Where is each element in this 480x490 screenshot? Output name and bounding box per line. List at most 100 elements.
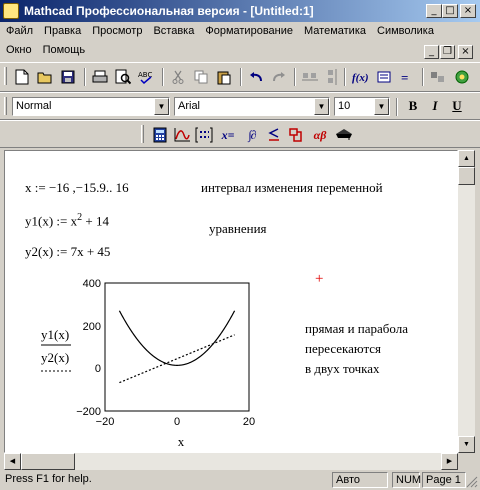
y-tick-label: 0	[95, 363, 101, 375]
evaluation-toolbar-icon[interactable]: x=	[218, 125, 238, 145]
range-comment[interactable]: интервал изменения переменной	[201, 180, 383, 196]
graph-toolbar-icon[interactable]	[172, 125, 192, 145]
copy-icon[interactable]	[191, 67, 211, 87]
matrix-toolbar-icon[interactable]	[194, 125, 214, 145]
doc-minimize-icon[interactable]: _	[424, 45, 439, 59]
y1-definition[interactable]: y1(x) := x2 + 14	[25, 212, 109, 229]
undo-icon[interactable]	[246, 67, 266, 87]
boolean-toolbar-icon[interactable]	[264, 125, 284, 145]
equations-label[interactable]: уравнения	[209, 221, 267, 237]
print-preview-icon[interactable]	[113, 67, 133, 87]
font-value: Arial	[178, 100, 201, 112]
paste-icon[interactable]	[214, 67, 234, 87]
align-down-icon[interactable]	[322, 67, 342, 87]
resource-center-icon[interactable]	[452, 67, 472, 87]
doc-restore-icon[interactable]: ❐	[440, 45, 455, 59]
range-definition[interactable]: x := −16 ,−15.9.. 16	[25, 180, 129, 196]
worksheet[interactable]: x := −16 ,−15.9.. 16 интервал изменения …	[4, 150, 458, 453]
close-icon[interactable]: ×	[460, 4, 476, 18]
programming-toolbar-icon[interactable]	[286, 125, 306, 145]
y1-lhs: y1(x) := x	[25, 213, 78, 229]
menu-edit[interactable]: Правка	[38, 22, 86, 41]
toolbar-grip	[4, 97, 7, 115]
menu-view[interactable]: Просмотр	[86, 22, 147, 41]
title-bar: Mathcad Профессиональная версия - [Untit…	[0, 0, 480, 22]
calculate-icon[interactable]: =	[396, 67, 416, 87]
chevron-down-icon[interactable]: ▼	[374, 98, 389, 115]
align-across-icon[interactable]	[300, 67, 320, 87]
menu-insert[interactable]: Вставка	[147, 22, 199, 41]
svg-text:f(x): f(x)	[352, 72, 369, 84]
menu-file[interactable]: Файл	[0, 22, 38, 41]
vertical-scrollbar[interactable]: ▲ ▼	[458, 150, 475, 453]
menu-symbolics[interactable]: Символика	[371, 22, 439, 41]
open-icon[interactable]	[35, 67, 55, 87]
mathcad-app-icon[interactable]	[3, 3, 19, 19]
series-y1-curve	[118, 310, 236, 366]
symbolic-toolbar-icon[interactable]	[334, 125, 354, 145]
x-tick-label: 0	[174, 416, 180, 428]
scroll-up-icon[interactable]: ▲	[458, 150, 475, 167]
status-bar: Press F1 for help. Авто NUM Page 1	[0, 471, 480, 490]
status-page: Page 1	[422, 472, 466, 488]
underline-button[interactable]: U	[446, 96, 468, 116]
insert-unit-icon[interactable]	[374, 67, 394, 87]
note-line-2[interactable]: пересекаются	[305, 341, 381, 357]
bold-button[interactable]: B	[402, 96, 424, 116]
redo-icon[interactable]	[269, 67, 289, 87]
print-icon[interactable]	[90, 67, 110, 87]
spell-check-icon[interactable]: ABC	[136, 67, 156, 87]
window-title: Mathcad Профессиональная версия - [Untit…	[24, 4, 314, 18]
x-tick-label: 20	[243, 416, 255, 428]
insert-function-icon[interactable]: f(x)	[350, 67, 370, 87]
series-y2-line	[119, 334, 235, 384]
y-tick-label: 400	[83, 278, 101, 290]
x-tick-label: −20	[96, 416, 115, 428]
status-help-text: Press F1 for help.	[5, 473, 92, 485]
minimize-icon[interactable]: _	[426, 4, 442, 18]
formatting-toolbar: Normal ▼ Arial ▼ 10 ▼ B I U	[0, 92, 480, 120]
font-select[interactable]: Arial ▼	[174, 97, 330, 116]
xy-plot[interactable]: 400 200 0 −200 −20 0 20 x y1(x) y2(x)	[35, 277, 275, 453]
maximize-icon[interactable]: □	[442, 4, 458, 18]
chevron-down-icon[interactable]: ▼	[314, 98, 329, 115]
cut-icon[interactable]	[168, 67, 188, 87]
menu-math[interactable]: Математика	[298, 22, 371, 41]
new-icon[interactable]	[12, 67, 32, 87]
scroll-down-icon[interactable]: ▼	[458, 436, 475, 453]
plot-frame	[104, 282, 250, 412]
horizontal-scrollbar[interactable]: ◀ ▶	[4, 453, 458, 470]
toolbar-separator	[240, 68, 242, 86]
style-value: Normal	[16, 100, 52, 112]
scroll-right-icon[interactable]: ▶	[441, 453, 458, 470]
italic-button[interactable]: I	[424, 96, 446, 116]
style-select[interactable]: Normal ▼	[12, 97, 170, 116]
menu-window[interactable]: Окно	[0, 41, 37, 60]
resize-grip-icon[interactable]	[466, 476, 478, 488]
chevron-down-icon[interactable]: ▼	[154, 98, 169, 115]
x-axis-label: x	[178, 434, 185, 449]
note-line-3[interactable]: в двух точках	[305, 361, 380, 377]
calculus-toolbar-icon[interactable]: ∫∂	[242, 125, 262, 145]
menu-bar: Файл Правка Просмотр Вставка Форматирова…	[0, 22, 480, 62]
y1-exponent: 2	[77, 212, 83, 223]
scroll-left-icon[interactable]: ◀	[4, 453, 21, 470]
horizontal-scroll-thumb[interactable]	[21, 453, 75, 470]
y2-definition[interactable]: y2(x) := 7x + 45	[25, 244, 110, 260]
menu-help[interactable]: Помощь	[37, 41, 91, 60]
toolbar-grip	[141, 125, 144, 143]
greek-toolbar-icon[interactable]: αβ	[310, 125, 330, 145]
doc-close-icon[interactable]: ×	[458, 45, 473, 59]
toolbar-grip	[4, 67, 7, 85]
font-size-select[interactable]: 10 ▼	[334, 97, 390, 116]
toolbar-separator	[162, 68, 164, 86]
y-axis-label-y1: y1(x)	[41, 327, 69, 342]
save-icon[interactable]	[58, 67, 78, 87]
menu-format[interactable]: Форматирование	[199, 22, 298, 41]
note-line-1[interactable]: прямая и парабола	[305, 321, 408, 337]
menu-row-1: Файл Правка Просмотр Вставка Форматирова…	[0, 22, 439, 41]
vertical-scroll-thumb[interactable]	[458, 167, 475, 185]
component-icon[interactable]	[428, 67, 448, 87]
toolbar-separator	[422, 68, 424, 86]
calculator-toolbar-icon[interactable]	[150, 125, 170, 145]
